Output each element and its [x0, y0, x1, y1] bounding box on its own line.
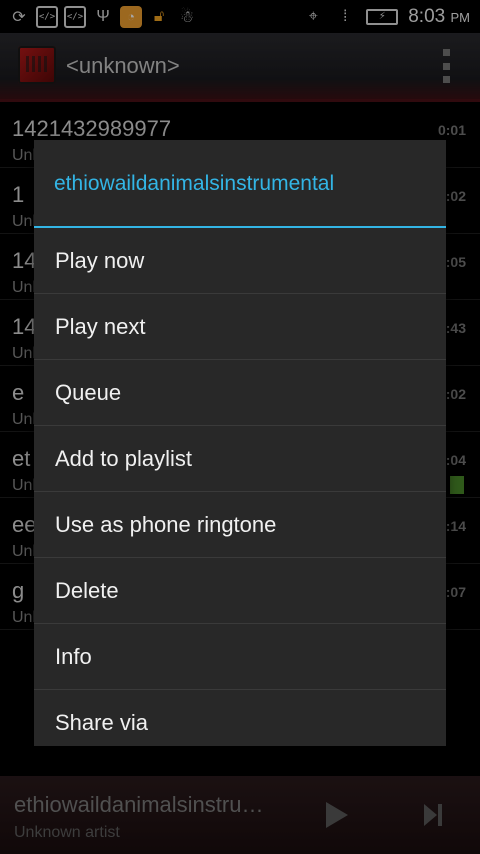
menu-item-delete[interactable]: Delete — [34, 558, 446, 624]
menu-item-share-via[interactable]: Share via — [34, 690, 446, 755]
menu-item-use-as-ringtone[interactable]: Use as phone ringtone — [34, 492, 446, 558]
dialog-title: ethiowaildanimalsinstrumental — [54, 172, 335, 195]
menu-item-info[interactable]: Info — [34, 624, 446, 690]
menu-item-queue[interactable]: Queue — [34, 360, 446, 426]
menu-item-play-next[interactable]: Play next — [34, 294, 446, 360]
context-menu-dialog: ethiowaildanimalsinstrumental Play now P… — [34, 140, 446, 746]
context-menu: Play now Play next Queue Add to playlist… — [34, 228, 446, 755]
menu-item-play-now[interactable]: Play now — [34, 228, 446, 294]
menu-item-add-to-playlist[interactable]: Add to playlist — [34, 426, 446, 492]
